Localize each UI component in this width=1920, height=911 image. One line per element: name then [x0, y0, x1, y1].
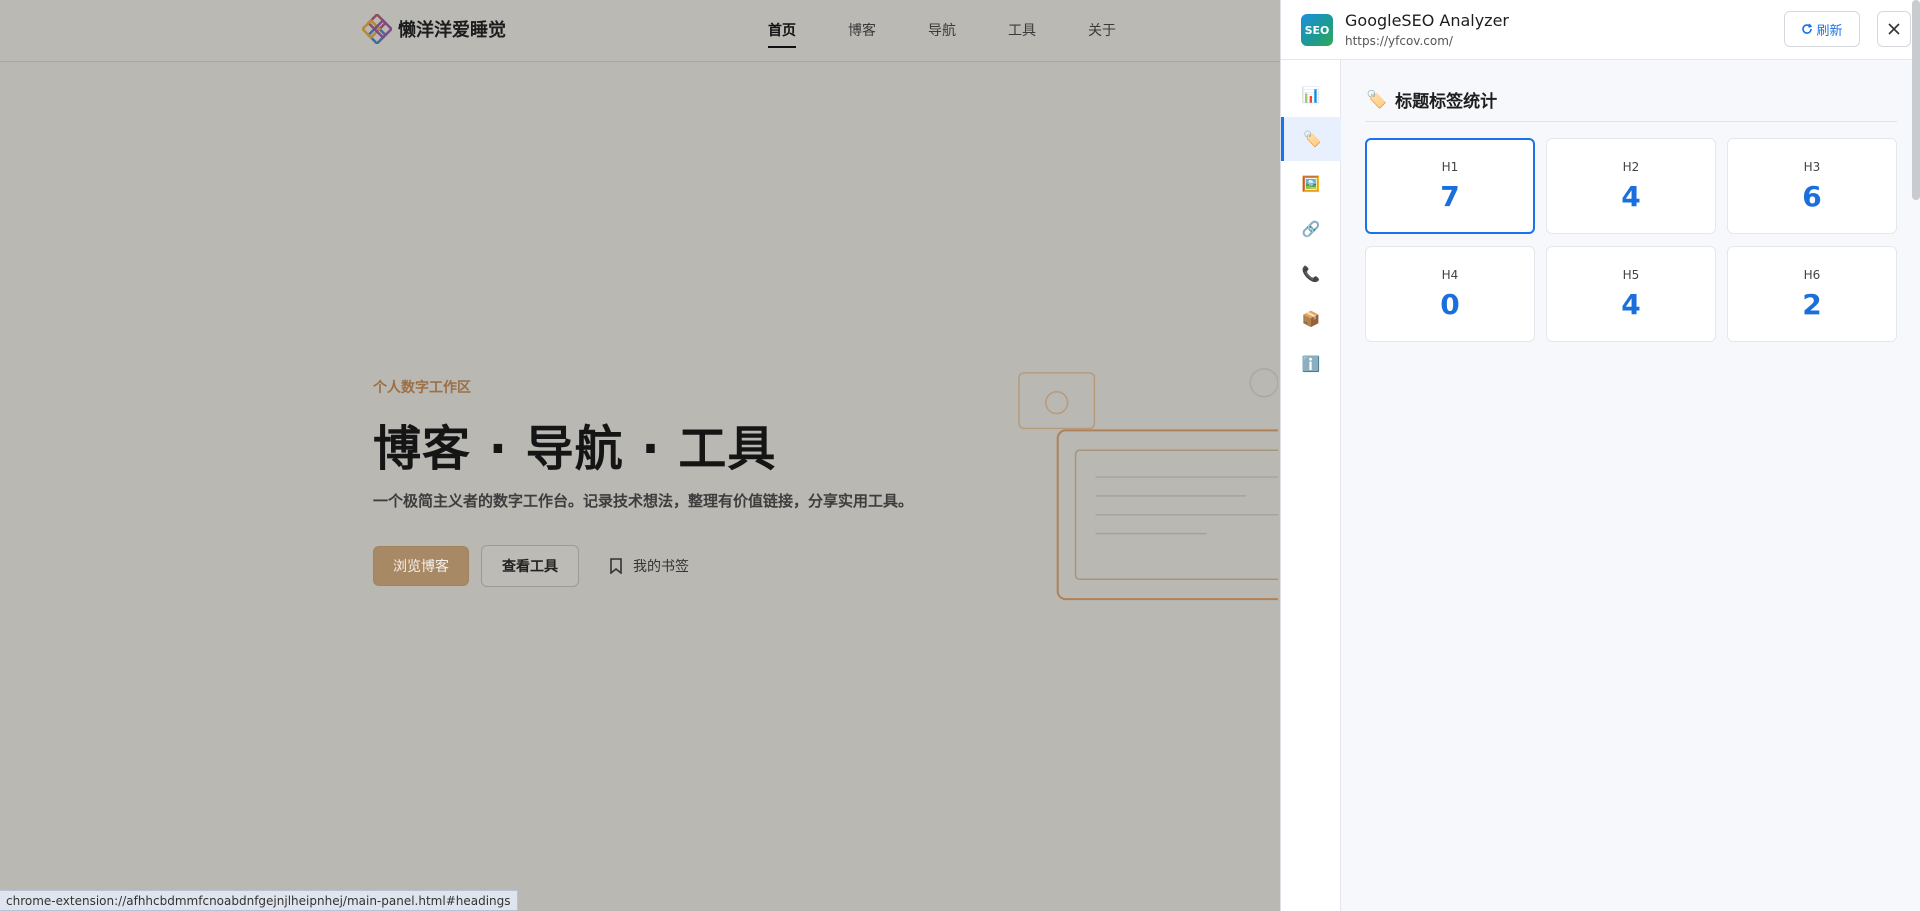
heading-card-h5[interactable]: H5 4 [1546, 246, 1716, 342]
heading-card-label: H1 [1441, 159, 1459, 174]
nav-item-blog[interactable]: 博客 [848, 20, 876, 48]
section-divider [1365, 121, 1897, 122]
close-icon [1888, 23, 1900, 35]
nav-item-home[interactable]: 首页 [768, 20, 796, 48]
headings-content: 🏷️ 标题标签统计 H1 7 H2 4 H3 6 H4 0 H5 4 H6 2 [1341, 60, 1920, 911]
side-nav-images[interactable]: 🖼️ [1281, 162, 1341, 206]
refresh-label: 刷新 [1816, 22, 1843, 38]
panel-scrollbar[interactable] [1912, 0, 1920, 200]
heading-card-h1[interactable]: H1 7 [1365, 138, 1535, 234]
heading-card-h3[interactable]: H3 6 [1727, 138, 1897, 234]
heading-card-value: 4 [1621, 287, 1641, 321]
image-icon: 🖼️ [1301, 175, 1321, 193]
heading-card-label: H2 [1622, 159, 1640, 174]
hero-description: 一个极简主义者的数字工作台。记录技术想法，整理有价值链接，分享实用工具。 [373, 492, 914, 510]
heading-card-value: 7 [1440, 179, 1460, 213]
side-nav-resources[interactable]: 📦 [1281, 297, 1341, 341]
hero-illustration [1018, 368, 1278, 601]
panel-header: SEO GoogleSEO Analyzer https://yfcov.com… [1281, 0, 1920, 60]
heading-card-h2[interactable]: H2 4 [1546, 138, 1716, 234]
close-button[interactable] [1877, 11, 1911, 47]
heading-stats-grid: H1 7 H2 4 H3 6 H4 0 H5 4 H6 2 [1365, 138, 1897, 342]
refresh-icon [1802, 23, 1813, 34]
heading-card-label: H3 [1803, 159, 1821, 174]
panel-side-nav: 📊 🏷️ 🖼️ 🔗 📞 📦 ℹ️ [1281, 60, 1341, 911]
heading-card-value: 2 [1802, 287, 1822, 321]
hero-actions: 浏览博客 查看工具 我的书签 [373, 545, 933, 587]
side-nav-headings[interactable]: 🏷️ [1281, 117, 1341, 161]
heading-card-value: 6 [1802, 179, 1822, 213]
phone-icon: 📞 [1301, 265, 1321, 283]
heading-card-label: H6 [1803, 267, 1821, 282]
my-bookmarks-label: 我的书签 [633, 559, 689, 575]
refresh-button[interactable]: 刷新 [1784, 11, 1860, 47]
package-icon: 📦 [1301, 310, 1321, 328]
side-nav-contact[interactable]: 📞 [1281, 252, 1341, 296]
panel-url: https://yfcov.com/ [1345, 34, 1453, 48]
section-title-text: 标题标签统计 [1395, 92, 1498, 112]
section-title: 🏷️ 标题标签统计 [1366, 87, 1498, 113]
hero-eyebrow: 个人数字工作区 [373, 380, 471, 396]
tag-icon: 🏷️ [1366, 89, 1388, 110]
nav-item-about[interactable]: 关于 [1088, 20, 1116, 48]
browse-blog-button[interactable]: 浏览博客 [373, 546, 469, 586]
heading-card-label: H5 [1622, 267, 1640, 282]
heading-card-h4[interactable]: H4 0 [1365, 246, 1535, 342]
seo-analyzer-panel: SEO GoogleSEO Analyzer https://yfcov.com… [1280, 0, 1920, 911]
tag-icon: 🏷️ [1303, 130, 1322, 148]
seo-logo-icon: SEO [1301, 14, 1333, 46]
heading-card-value: 4 [1621, 179, 1641, 213]
panel-title: GoogleSEO Analyzer [1345, 11, 1509, 30]
chart-icon: 📊 [1301, 86, 1321, 104]
side-nav-info[interactable]: ℹ️ [1281, 342, 1341, 386]
status-url-bar: chrome-extension://afhhcbdmmfcnoabdnfgej… [0, 890, 518, 911]
hero-section: 个人数字工作区 博客 · 导航 · 工具 一个极简主义者的数字工作台。记录技术想… [373, 377, 933, 587]
info-icon: ℹ️ [1301, 355, 1321, 373]
heading-card-h6[interactable]: H6 2 [1727, 246, 1897, 342]
logo-mark-icon [362, 14, 392, 44]
nav-item-navigation[interactable]: 导航 [928, 20, 956, 48]
site-nav: 首页 博客 导航 工具 关于 [768, 20, 1168, 48]
my-bookmarks-link[interactable]: 我的书签 [609, 556, 689, 576]
link-icon: 🔗 [1301, 220, 1321, 238]
heading-card-label: H4 [1441, 267, 1459, 282]
nav-item-tools[interactable]: 工具 [1008, 20, 1036, 48]
bookmark-icon [610, 558, 622, 574]
side-nav-overview[interactable]: 📊 [1281, 73, 1341, 117]
hero-title: 博客 · 导航 · 工具 [373, 421, 777, 477]
side-nav-links[interactable]: 🔗 [1281, 207, 1341, 251]
site-logo-text: 懒洋洋爱睡觉 [398, 20, 506, 41]
site-logo[interactable]: 懒洋洋爱睡觉 [362, 14, 506, 44]
view-tools-button[interactable]: 查看工具 [481, 545, 579, 587]
heading-card-value: 0 [1440, 287, 1460, 321]
